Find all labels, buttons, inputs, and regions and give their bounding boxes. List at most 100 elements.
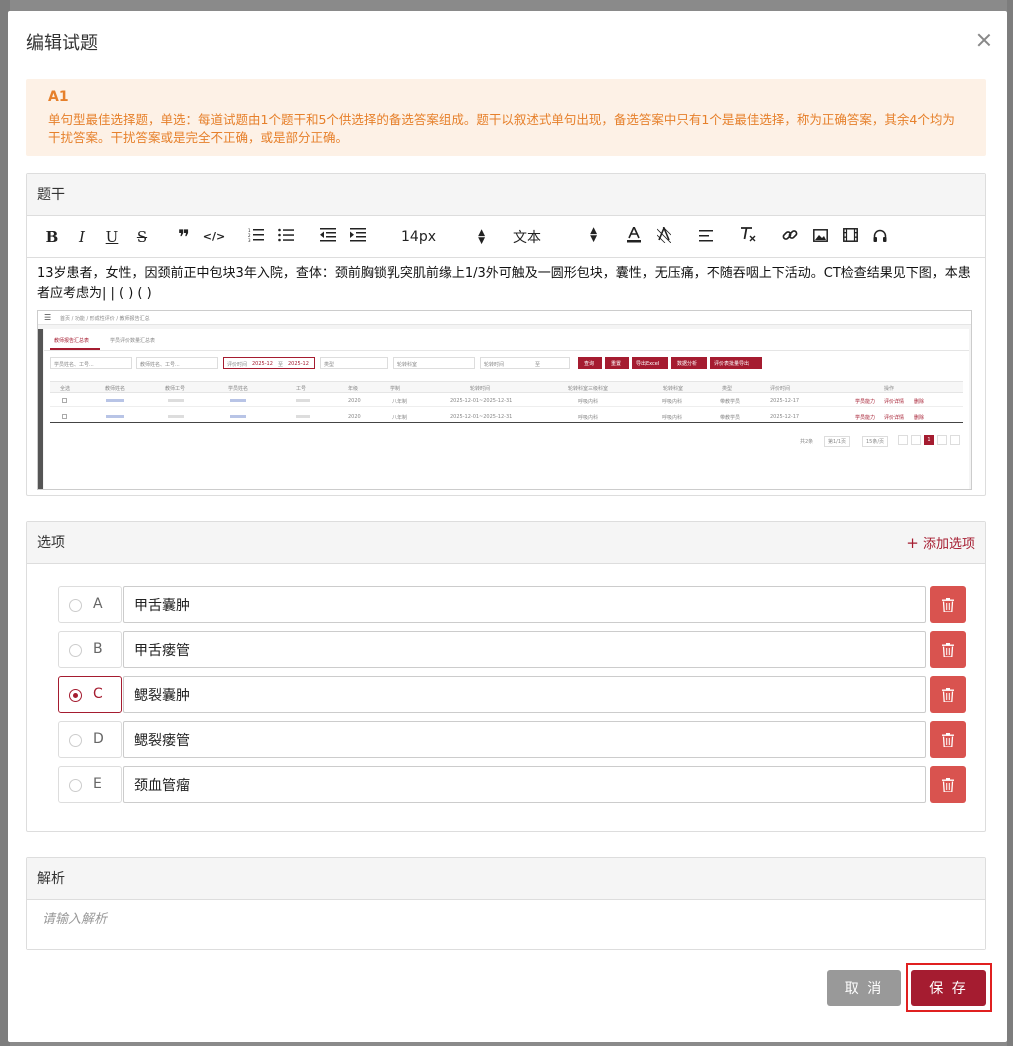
shot-blurred-name: [106, 399, 124, 402]
shot-btn-analysis: 数据分析: [671, 357, 707, 369]
shot-filter-text: 教师姓名、工号...: [140, 362, 180, 368]
block-type-select[interactable]: 文本 ▲ ▼: [513, 226, 597, 247]
quote-icon[interactable]: ❞: [169, 227, 199, 247]
trash-icon: [942, 777, 954, 792]
option-row-c: C: [58, 676, 966, 713]
shot-cell: 带教学员: [720, 415, 741, 421]
stem-panel: 题干 B I U S ❞ </> 123 14px ▲ ▼ 文本 ▲ ▼ 13岁…: [26, 173, 986, 496]
shot-table-row: 2020 八年制 2025-12-01~2025-12-31 呼吸内科 呼吸内科…: [50, 395, 963, 407]
shot-page-prev: [911, 435, 921, 445]
shot-checkbox: [62, 414, 67, 419]
save-button[interactable]: 保 存: [911, 970, 986, 1006]
cancel-button[interactable]: 取 消: [827, 970, 901, 1006]
shot-page-total: 共2条: [800, 439, 814, 445]
analysis-header: 解析: [27, 858, 985, 900]
delete-option-button-a[interactable]: [930, 586, 966, 623]
shot-filter-text: 2025-12: [288, 361, 309, 367]
ordered-list-icon[interactable]: 123: [241, 228, 271, 246]
add-option-button[interactable]: + 添加选项: [906, 522, 975, 566]
select-arrows-icon: ▲ ▼: [478, 227, 485, 246]
font-size-select[interactable]: 14px ▲ ▼: [401, 227, 485, 246]
shot-filter-text: 学员姓名、工号...: [54, 362, 94, 368]
shot-col: 轮转科室: [663, 386, 684, 392]
option-radio-b[interactable]: B: [58, 631, 122, 668]
svg-text:3: 3: [248, 238, 251, 242]
code-icon[interactable]: </>: [199, 230, 229, 243]
option-input-d[interactable]: [123, 721, 926, 758]
option-radio-c[interactable]: C: [58, 676, 122, 713]
link-icon[interactable]: [775, 227, 805, 247]
background-color-icon[interactable]: [649, 225, 679, 247]
radio-icon: [69, 599, 82, 612]
menu-icon: ☰: [44, 313, 52, 322]
option-letter: D: [93, 731, 104, 747]
option-letter: B: [93, 641, 103, 657]
delete-option-button-b[interactable]: [930, 631, 966, 668]
shot-blurred-id: [168, 415, 184, 418]
shot-col: 工号: [296, 386, 307, 392]
shot-blurred-id: [168, 399, 184, 402]
shot-col: 评价时间: [770, 386, 791, 392]
option-letter: C: [93, 686, 103, 702]
shot-cell: 八年制: [392, 415, 408, 421]
option-radio-d[interactable]: D: [58, 721, 122, 758]
audio-icon[interactable]: [865, 228, 895, 246]
shot-action: 评价详情: [884, 399, 905, 405]
shot-col: 年级: [348, 386, 359, 392]
option-input-c[interactable]: [123, 676, 926, 713]
indent-icon[interactable]: [343, 227, 373, 246]
font-color-icon[interactable]: [619, 224, 649, 247]
shot-cell: 2025-12-01~2025-12-31: [450, 414, 513, 420]
shot-filter-text: 至: [278, 362, 284, 368]
trash-icon: [942, 732, 954, 747]
shot-cell: 2025-12-17: [770, 414, 800, 420]
shot-content: 教师报告汇总表 学员评价数量汇总表 学员姓名、工号... 教师姓名、工号... …: [44, 329, 969, 489]
shot-filter-text: 评价时间: [227, 362, 248, 368]
shot-col: 学制: [390, 386, 401, 392]
radio-icon: [69, 644, 82, 657]
shot-filter-type: 类型: [320, 357, 388, 369]
option-radio-e[interactable]: E: [58, 766, 122, 803]
underline-icon[interactable]: U: [97, 228, 127, 246]
option-input-a[interactable]: [123, 586, 926, 623]
italic-icon[interactable]: I: [67, 228, 97, 246]
modal-title: 编辑试题: [26, 33, 98, 54]
shot-cell: 八年制: [392, 399, 408, 405]
outdent-icon[interactable]: [313, 227, 343, 246]
clear-format-icon[interactable]: [733, 227, 763, 246]
shot-page-info: 第1/1页: [824, 436, 851, 447]
stem-text[interactable]: 13岁患者，女性，因颈前正中包块3年入院，查体：颈前胸锁乳突肌前缘上1/3外可触…: [27, 258, 985, 304]
bold-icon[interactable]: B: [37, 228, 67, 246]
shot-filter-text: 轮转科室: [397, 362, 418, 368]
edit-question-modal: 编辑试题 A1 单句型最佳选择题，单选：每道试题由1个题干和5个供选择的备选答案…: [8, 11, 1007, 1042]
option-input-e[interactable]: [123, 766, 926, 803]
image-icon[interactable]: [805, 228, 835, 246]
shot-blurred-id: [296, 415, 310, 418]
analysis-input[interactable]: [27, 900, 985, 949]
option-input-b[interactable]: [123, 631, 926, 668]
shot-blurred-name: [230, 399, 246, 402]
video-icon[interactable]: [835, 227, 865, 246]
close-icon[interactable]: [977, 33, 991, 47]
shot-pagination: 共2条 第1/1页 15条/页 1: [784, 435, 964, 447]
analysis-panel: 解析: [26, 857, 986, 950]
add-option-label: 添加选项: [922, 537, 975, 552]
bullet-list-icon[interactable]: [271, 228, 301, 246]
option-row-d: D: [58, 721, 966, 758]
shot-tab-2: 学员评价数量汇总表: [110, 338, 156, 344]
delete-option-button-e[interactable]: [930, 766, 966, 803]
shot-btn-text: 评价表批量导出: [714, 361, 750, 367]
shot-page-last: [950, 435, 960, 445]
option-row-a: A: [58, 586, 966, 623]
shot-btn-text: 数据分析: [677, 361, 698, 367]
trash-icon: [942, 687, 954, 702]
block-type-value: 文本: [513, 229, 541, 246]
delete-option-button-d[interactable]: [930, 721, 966, 758]
option-radio-a[interactable]: A: [58, 586, 122, 623]
shot-scrollbar: [38, 329, 43, 489]
delete-option-button-c[interactable]: [930, 676, 966, 713]
strikethrough-icon[interactable]: S: [127, 228, 157, 246]
align-icon[interactable]: [691, 228, 721, 246]
radio-icon: [69, 779, 82, 792]
shot-page-current: 1: [924, 435, 934, 445]
